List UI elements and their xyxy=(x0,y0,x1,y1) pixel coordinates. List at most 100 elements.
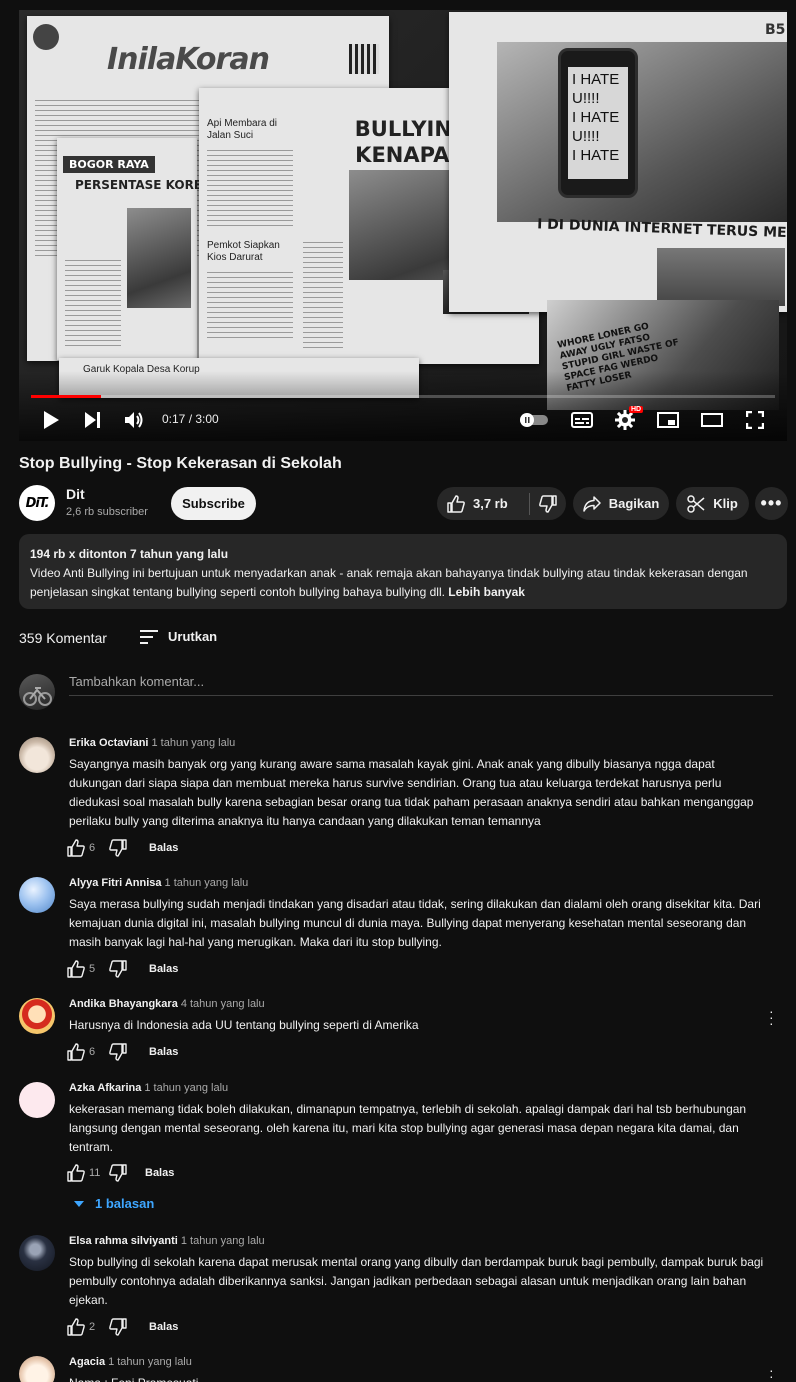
reply-button[interactable]: Balas xyxy=(149,842,178,854)
video-title: Stop Bullying - Stop Kekerasan di Sekola… xyxy=(19,455,342,472)
theater-button[interactable] xyxy=(699,408,725,432)
next-icon xyxy=(85,412,100,428)
thumbs-up-icon[interactable] xyxy=(67,1318,85,1336)
sort-button[interactable]: Urutkan xyxy=(140,629,217,644)
more-actions-button[interactable]: ••• xyxy=(755,487,788,520)
commenter-avatar[interactable] xyxy=(19,737,55,773)
comment-author[interactable]: Erika Octaviani xyxy=(69,737,149,749)
comment-author[interactable]: Elsa rahma silviyanti xyxy=(69,1235,178,1247)
subtitles-icon xyxy=(571,412,593,428)
comment-time[interactable]: 1 tahun yang lalu xyxy=(165,877,249,889)
comment-header: Agacia 1 tahun yang lalu xyxy=(69,1356,192,1368)
phone-line-5: I HATE xyxy=(572,147,620,164)
description-text: Video Anti Bullying ini bertujuan untuk … xyxy=(30,566,748,599)
autoplay-toggle-icon xyxy=(520,413,548,427)
thumbs-down-icon[interactable] xyxy=(109,839,127,857)
commenter-avatar[interactable] xyxy=(19,1356,55,1382)
thumbs-up-icon[interactable] xyxy=(67,1164,85,1182)
comment-time[interactable]: 1 tahun yang lalu xyxy=(144,1082,228,1094)
reply-button[interactable]: Balas xyxy=(149,1046,178,1058)
caret-down-icon xyxy=(74,1200,84,1207)
fullscreen-icon xyxy=(746,411,764,429)
thumbs-up-icon[interactable] xyxy=(67,839,85,857)
subtitles-button[interactable] xyxy=(569,408,595,432)
reply-button[interactable]: Balas xyxy=(149,963,178,975)
share-label: Bagikan xyxy=(608,496,660,511)
commenter-avatar[interactable] xyxy=(19,998,55,1034)
autoplay-toggle[interactable] xyxy=(519,408,549,432)
sort-label: Urutkan xyxy=(168,629,218,644)
clip-button[interactable]: Klip xyxy=(676,487,749,520)
miniplayer-button[interactable] xyxy=(655,408,681,432)
comment-author[interactable]: Azka Afkarina xyxy=(69,1082,141,1094)
comment-menu-button[interactable]: · · · xyxy=(769,1363,774,1382)
comment-time[interactable]: 4 tahun yang lalu xyxy=(181,998,265,1010)
section-headline: PERSENTASE KORBA xyxy=(75,178,213,192)
comment-header: Azka Afkarina 1 tahun yang lalu xyxy=(69,1082,228,1094)
comment-text: Sayangnya masih banyak org yang kurang a… xyxy=(69,757,754,828)
comment-actions: 11 Balas xyxy=(67,1164,174,1182)
column-head-2: Pemkot Siapkan Kios Darurat xyxy=(207,240,280,263)
reply-button[interactable]: Balas xyxy=(149,1321,178,1333)
next-button[interactable] xyxy=(81,408,105,432)
column-head-1: Api Membara di Jalan Suci xyxy=(207,118,278,141)
section-head: BOGOR RAYA xyxy=(63,156,155,173)
clip-label: Klip xyxy=(713,496,738,511)
like-dislike-group: 3,7 rb xyxy=(437,487,566,520)
view-replies-button[interactable]: 1 balasan xyxy=(73,1196,154,1211)
like-count: 11 xyxy=(89,1167,101,1179)
comment-actions: 6 Balas xyxy=(67,1043,178,1061)
commenter-avatar[interactable] xyxy=(19,1235,55,1271)
comment-time[interactable]: 1 tahun yang lalu xyxy=(181,1235,265,1247)
subscribe-button[interactable]: Subscribe xyxy=(171,487,256,520)
time-display: 0:17 / 3:00 xyxy=(162,412,219,426)
like-count: 6 xyxy=(89,842,96,854)
thumbs-down-icon[interactable] xyxy=(109,1318,127,1336)
share-button[interactable]: Bagikan xyxy=(573,487,669,520)
comment-text: Nama : Feni Pramesuati xyxy=(69,1374,769,1382)
comment-time[interactable]: 1 tahun yang lalu xyxy=(108,1356,192,1368)
comment-author[interactable]: Alyya Fitri Annisa xyxy=(69,877,162,889)
replies-label: 1 balasan xyxy=(95,1196,155,1211)
show-more-link[interactable]: Lebih banyak xyxy=(448,585,525,599)
comment-header: Erika Octaviani 1 tahun yang lalu xyxy=(69,737,235,749)
comment-actions: 5 Balas xyxy=(67,960,178,978)
comment-time[interactable]: 1 tahun yang lalu xyxy=(152,737,236,749)
gear-icon xyxy=(615,410,635,430)
play-button[interactable] xyxy=(39,408,63,432)
comment-author[interactable]: Agacia xyxy=(69,1356,105,1368)
like-count: 6 xyxy=(89,1046,96,1058)
phone-line-4: U!!!! xyxy=(572,128,600,145)
dislike-button[interactable] xyxy=(530,487,566,520)
scissors-icon xyxy=(687,494,705,513)
thumbs-up-icon[interactable] xyxy=(67,960,85,978)
like-button[interactable]: 3,7 rb xyxy=(437,487,529,520)
comment-actions: 2 Balas xyxy=(67,1318,178,1336)
video-player[interactable]: InilaKoran BOGOR RAYA PERSENTASE KORBA B… xyxy=(19,10,787,441)
thumbs-up-icon[interactable] xyxy=(67,1043,85,1061)
channel-avatar[interactable]: DiT. xyxy=(19,485,55,521)
commenter-avatar[interactable] xyxy=(19,877,55,913)
add-comment-input[interactable]: Tambahkan komentar... xyxy=(69,674,773,696)
comment-header: Elsa rahma silviyanti 1 tahun yang lalu xyxy=(69,1235,265,1247)
comment-actions: 6 Balas xyxy=(67,839,178,857)
fullscreen-button[interactable] xyxy=(743,408,767,432)
description-box[interactable]: 194 rb x ditonton 7 tahun yang lalu Vide… xyxy=(19,534,787,609)
progress-bar[interactable] xyxy=(31,395,775,398)
thumbs-down-icon[interactable] xyxy=(109,1164,127,1182)
reply-button[interactable]: Balas xyxy=(145,1167,174,1179)
commenter-avatar[interactable] xyxy=(19,1082,55,1118)
thumbs-down-icon[interactable] xyxy=(109,1043,127,1061)
comment-menu-button[interactable]: · · · xyxy=(769,1004,774,1030)
theater-icon xyxy=(701,413,723,427)
thumbs-down-icon[interactable] xyxy=(109,960,127,978)
comment-author[interactable]: Andika Bhayangkara xyxy=(69,998,178,1010)
channel-name[interactable]: Dit xyxy=(66,486,85,502)
volume-button[interactable] xyxy=(123,408,147,432)
thumbs-down-icon xyxy=(539,494,557,513)
phone-line-3: I HATE xyxy=(572,109,620,126)
comment-header: Alyya Fitri Annisa 1 tahun yang lalu xyxy=(69,877,248,889)
newspaper-masthead: InilaKoran xyxy=(107,42,270,77)
share-icon xyxy=(582,495,601,512)
like-count: 3,7 rb xyxy=(473,496,508,511)
